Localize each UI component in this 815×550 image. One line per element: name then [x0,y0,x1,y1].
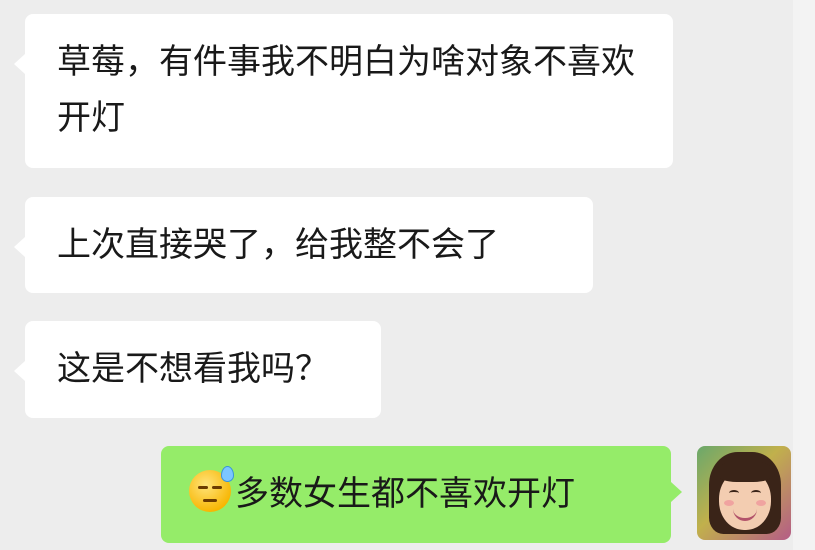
message-text: 多数女生都不喜欢开灯 [235,474,575,514]
chat-edge-strip [793,0,815,550]
bubble-tail [14,361,25,381]
incoming-message-bubble[interactable]: 草莓，有件事我不明白为啥对象不喜欢开灯 [14,14,673,168]
incoming-message-bubble[interactable]: 上次直接哭了，给我整不会了 [14,197,593,293]
avatar[interactable] [697,446,791,540]
message-text: 这是不想看我吗？ [57,349,329,389]
emoji-eye [198,486,208,489]
downcast-face-with-sweat-icon [189,466,234,512]
emoji-eye [212,486,222,489]
avatar-cheek [756,500,766,506]
avatar-eye [751,490,761,496]
bubble-tail [14,237,25,257]
emoji-sweat-drop [221,466,234,482]
message-text: 草莓，有件事我不明白为啥对象不喜欢开灯 [57,42,635,138]
emoji-mouth [203,499,217,502]
message-text: 上次直接哭了，给我整不会了 [57,225,499,265]
avatar-eye [729,490,739,496]
avatar-fringe [717,460,773,482]
outgoing-message-bubble[interactable]: 多数女生都不喜欢开灯 [161,446,682,543]
bubble-tail [14,54,25,74]
avatar-cheek [724,500,734,506]
incoming-message-bubble[interactable]: 这是不想看我吗？ [14,321,381,418]
bubble-tail [671,482,682,502]
